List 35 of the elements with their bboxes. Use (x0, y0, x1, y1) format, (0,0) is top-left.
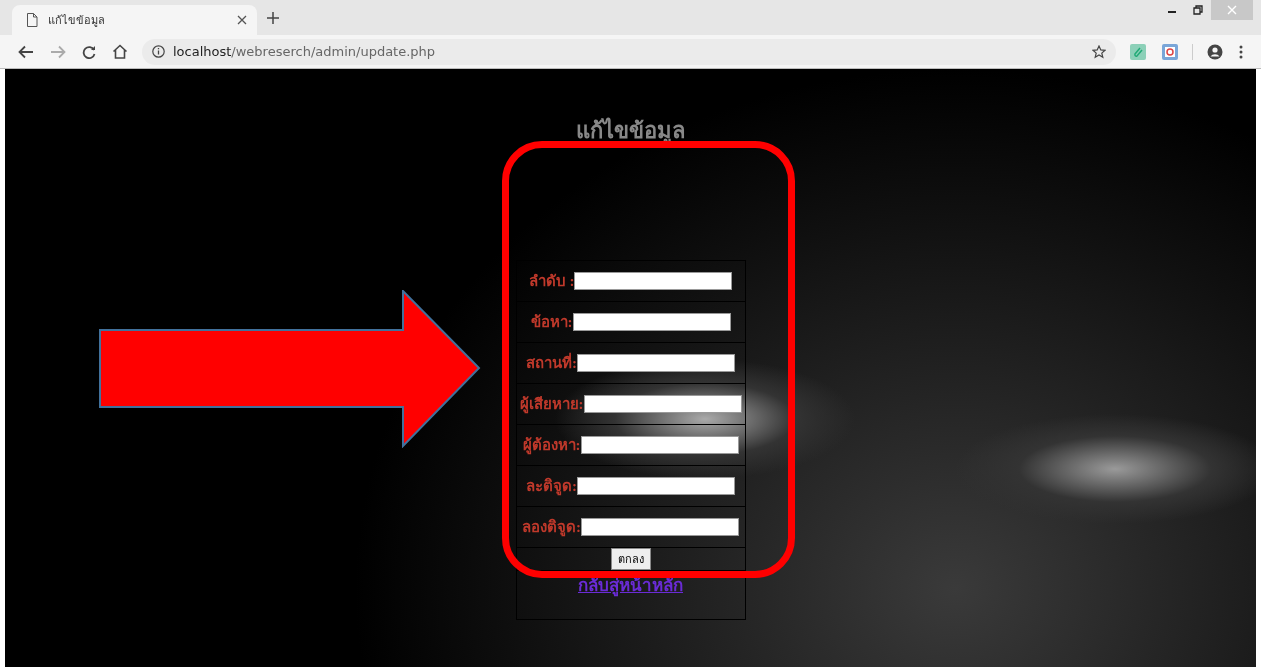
field-label: ลำดับ : (528, 272, 575, 291)
url-path: /webreserch/admin/update.php (231, 44, 436, 59)
field-label: ละติจูด: (526, 476, 577, 498)
field-label: สถานที่: (526, 351, 577, 375)
field-label: ผู้เสียหาย: (519, 395, 584, 416)
info-icon (152, 45, 165, 58)
restore-icon[interactable] (1193, 5, 1203, 15)
input-field[interactable] (581, 518, 739, 536)
page-heading: แก้ไขข้อมูล (576, 116, 685, 145)
input-field[interactable] (574, 272, 733, 290)
close-icon (1227, 5, 1237, 15)
paperclip-extension-icon[interactable] (1130, 43, 1146, 60)
field-label: ลองติจูด: (522, 517, 581, 539)
home-icon[interactable] (112, 44, 128, 59)
reload-icon[interactable] (82, 44, 96, 59)
profile-icon[interactable] (1207, 43, 1223, 60)
extension-icon[interactable] (1162, 43, 1178, 60)
input-field[interactable] (580, 436, 739, 454)
input-field[interactable] (577, 477, 735, 495)
menu-icon[interactable] (1239, 44, 1243, 59)
browser-tab[interactable]: แก้ไขข้อมูล (12, 5, 257, 35)
page-icon (26, 13, 38, 27)
tab-title: แก้ไขข้อมูล (48, 13, 106, 29)
address-bar[interactable]: localhost/webreserch/admin/update.php (142, 38, 1116, 65)
field-label: ข้อหา: (530, 313, 573, 332)
input-field[interactable] (577, 354, 735, 372)
star-icon[interactable] (1092, 44, 1106, 59)
back-icon[interactable] (18, 44, 34, 59)
input-field[interactable] (583, 395, 742, 413)
field-label: ผู้ต้องหา: (522, 436, 581, 457)
submit-button[interactable]: ตกลง (610, 548, 651, 570)
new-tab-icon[interactable] (267, 12, 279, 24)
url-host: localhost (173, 44, 232, 59)
close-icon[interactable] (237, 15, 247, 25)
input-field[interactable] (572, 313, 731, 331)
